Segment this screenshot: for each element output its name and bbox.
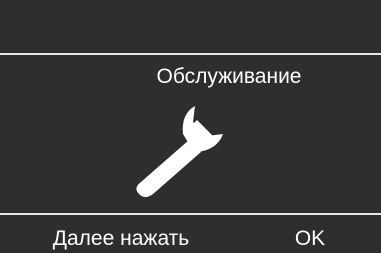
top-divider	[0, 53, 381, 55]
ok-softkey[interactable]: OK	[270, 226, 350, 252]
display-screen: Обслуживание Далее нажать OK	[0, 0, 381, 253]
wrench-icon	[136, 106, 223, 197]
next-softkey[interactable]: Далее нажать	[0, 226, 242, 252]
status-bar	[0, 0, 381, 53]
bottom-divider	[0, 213, 381, 215]
menu-title: Обслуживание	[156, 65, 302, 88]
